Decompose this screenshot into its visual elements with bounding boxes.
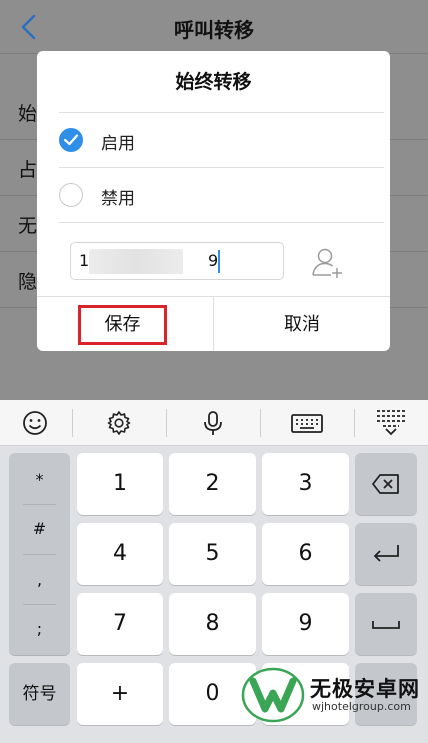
option-label: 启用 — [101, 134, 135, 154]
hide-keyboard-button[interactable] — [361, 400, 421, 446]
dialog-buttons: 保存 取消 — [37, 296, 390, 351]
key-3[interactable]: 3 — [262, 453, 349, 515]
emoji-icon — [23, 411, 47, 435]
watermark: 无极安卓网 wjhotelgroup.com — [226, 656, 428, 743]
contact-picker-button[interactable] — [311, 246, 345, 280]
key-1[interactable]: 1 — [77, 453, 163, 515]
watermark-url: wjhotelgroup.com — [312, 700, 411, 713]
redacted-number-mask — [89, 249, 183, 274]
check-icon — [63, 134, 79, 146]
enter-icon — [373, 545, 399, 562]
settings-button[interactable] — [89, 400, 149, 446]
key-plus[interactable]: + — [77, 663, 163, 725]
settings-row-label: 隐 — [18, 271, 38, 293]
key-2[interactable]: 2 — [169, 453, 256, 515]
key-9[interactable]: 9 — [262, 593, 349, 655]
settings-icon — [107, 411, 131, 435]
divider — [72, 409, 73, 437]
backspace-icon — [372, 474, 399, 494]
key-6[interactable]: 6 — [262, 523, 349, 585]
backspace-key[interactable] — [355, 453, 417, 515]
forwarding-dialog: 始终转移 启用 禁用 1 9 保存 取消 — [37, 51, 390, 351]
radio-checked[interactable] — [59, 128, 83, 152]
key-semicolon[interactable]: ; — [9, 604, 70, 654]
symbol-column: * # , ; — [9, 453, 70, 655]
cancel-button[interactable]: 取消 — [214, 297, 390, 351]
save-button[interactable]: 保存 — [78, 305, 167, 345]
settings-row-label: 无 — [18, 215, 38, 237]
divider — [59, 222, 384, 223]
divider — [354, 409, 355, 437]
settings-row-label: 始 — [18, 103, 38, 125]
option-disable[interactable]: 禁用 — [37, 168, 390, 222]
voice-input-button[interactable] — [183, 400, 243, 446]
forward-number-input[interactable]: 1 9 — [70, 242, 284, 280]
watermark-name: 无极安卓网 — [310, 677, 420, 701]
keyboard-toolbar — [0, 400, 428, 446]
emoji-button[interactable] — [5, 400, 65, 446]
settings-row-label: 占 — [18, 159, 38, 181]
option-enable[interactable]: 启用 — [37, 113, 390, 167]
option-label: 禁用 — [101, 189, 135, 209]
symbols-key[interactable]: 符号 — [9, 663, 70, 725]
key-asterisk[interactable]: * — [9, 455, 70, 505]
key-7[interactable]: 7 — [77, 593, 163, 655]
enter-key[interactable] — [355, 523, 417, 585]
key-4[interactable]: 4 — [77, 523, 163, 585]
keyboard-icon — [291, 414, 323, 433]
key-comma[interactable]: , — [9, 555, 70, 605]
add-contact-icon — [312, 248, 342, 278]
text-caret — [218, 250, 220, 273]
dialog-title: 始终转移 — [175, 71, 252, 93]
microphone-icon — [204, 411, 222, 435]
radio-unchecked[interactable] — [59, 183, 83, 207]
key-hash[interactable]: # — [9, 504, 70, 554]
app-header: 呼叫转移 — [0, 0, 428, 54]
collapse-keyboard-icon — [377, 410, 405, 436]
divider — [166, 409, 167, 437]
divider — [260, 409, 261, 437]
key-5[interactable]: 5 — [169, 523, 256, 585]
keyboard-switch-button[interactable] — [277, 400, 337, 446]
key-8[interactable]: 8 — [169, 593, 256, 655]
page-title: 呼叫转移 — [174, 18, 254, 42]
watermark-logo-icon — [241, 667, 305, 723]
space-icon — [372, 621, 400, 629]
space-key[interactable] — [355, 593, 417, 655]
